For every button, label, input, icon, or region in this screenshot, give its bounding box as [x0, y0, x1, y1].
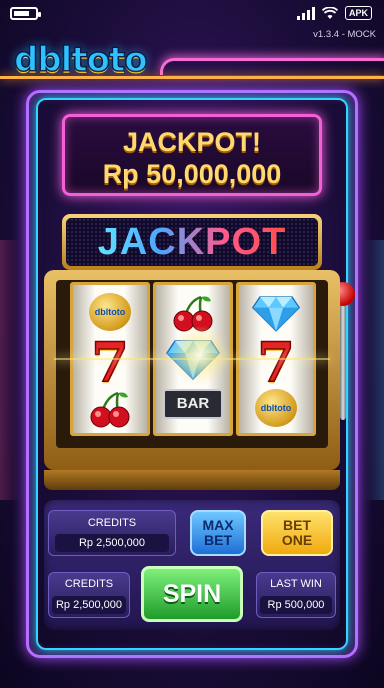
apk-badge: APK — [344, 6, 372, 20]
right-ambient-glow — [364, 240, 384, 500]
credits-value-top: Rp 2,500,000 — [55, 534, 169, 552]
last-win-value: Rp 500,000 — [260, 596, 332, 614]
status-bar: APK — [0, 0, 384, 26]
cherry-icon — [90, 391, 130, 428]
credits-display-top: CREDITS Rp 2,500,000 — [48, 510, 176, 556]
reel-1-bottom-symbol — [73, 389, 147, 434]
last-win-display: LAST WIN Rp 500,000 — [256, 572, 336, 618]
reel-1-top-symbol: dbltoto — [73, 293, 147, 331]
spin-button[interactable]: SPIN — [141, 566, 243, 622]
credits-value: Rp 2,500,000 — [52, 596, 126, 614]
credits-display: CREDITS Rp 2,500,000 — [48, 572, 130, 618]
win-sparkle-effect — [170, 325, 230, 385]
bar-symbol: BAR — [163, 389, 223, 419]
marquee-text: JACKPOT — [97, 221, 287, 263]
diamond-icon — [251, 296, 301, 332]
last-win-label: LAST WIN — [270, 578, 322, 590]
left-ambient-glow — [0, 240, 20, 500]
marquee-display: JACKPOT — [66, 218, 318, 266]
reel-base — [44, 470, 340, 490]
wifi-icon — [321, 6, 338, 19]
battery-icon — [10, 7, 41, 20]
credits-label: CREDITS — [64, 578, 114, 590]
bet-one-button[interactable]: BET ONE — [261, 510, 333, 556]
lever-rod[interactable] — [340, 300, 346, 420]
reel-1-middle-symbol: 7 — [90, 330, 129, 394]
dbltoto-logo: dbltoto — [13, 39, 148, 81]
jackpot-title: JACKPOT! — [122, 127, 261, 157]
dbltoto-coin-icon: dbltoto — [255, 389, 297, 427]
dbltoto-coin-icon: dbltoto — [89, 293, 131, 331]
signal-icon — [296, 6, 315, 20]
jackpot-banner: JACKPOT! Rp 50,000,000 — [62, 114, 322, 196]
reel-3-middle-symbol: 7 — [256, 330, 295, 394]
version-label: v1.3.4 - MOCK — [313, 29, 376, 40]
max-bet-button[interactable]: MAX BET — [190, 510, 246, 556]
jackpot-amount: Rp 50,000,000 — [102, 159, 282, 189]
header-neon-line — [160, 58, 384, 75]
reel-3-bottom-symbol: dbltoto — [239, 389, 313, 427]
jackpot-marquee: JACKPOT — [62, 214, 322, 270]
credits-label-top: CREDITS — [87, 517, 137, 529]
status-icons: APK — [296, 6, 372, 20]
header-neon-strip — [0, 76, 384, 79]
reel-2-bottom-symbol: BAR — [156, 389, 230, 419]
